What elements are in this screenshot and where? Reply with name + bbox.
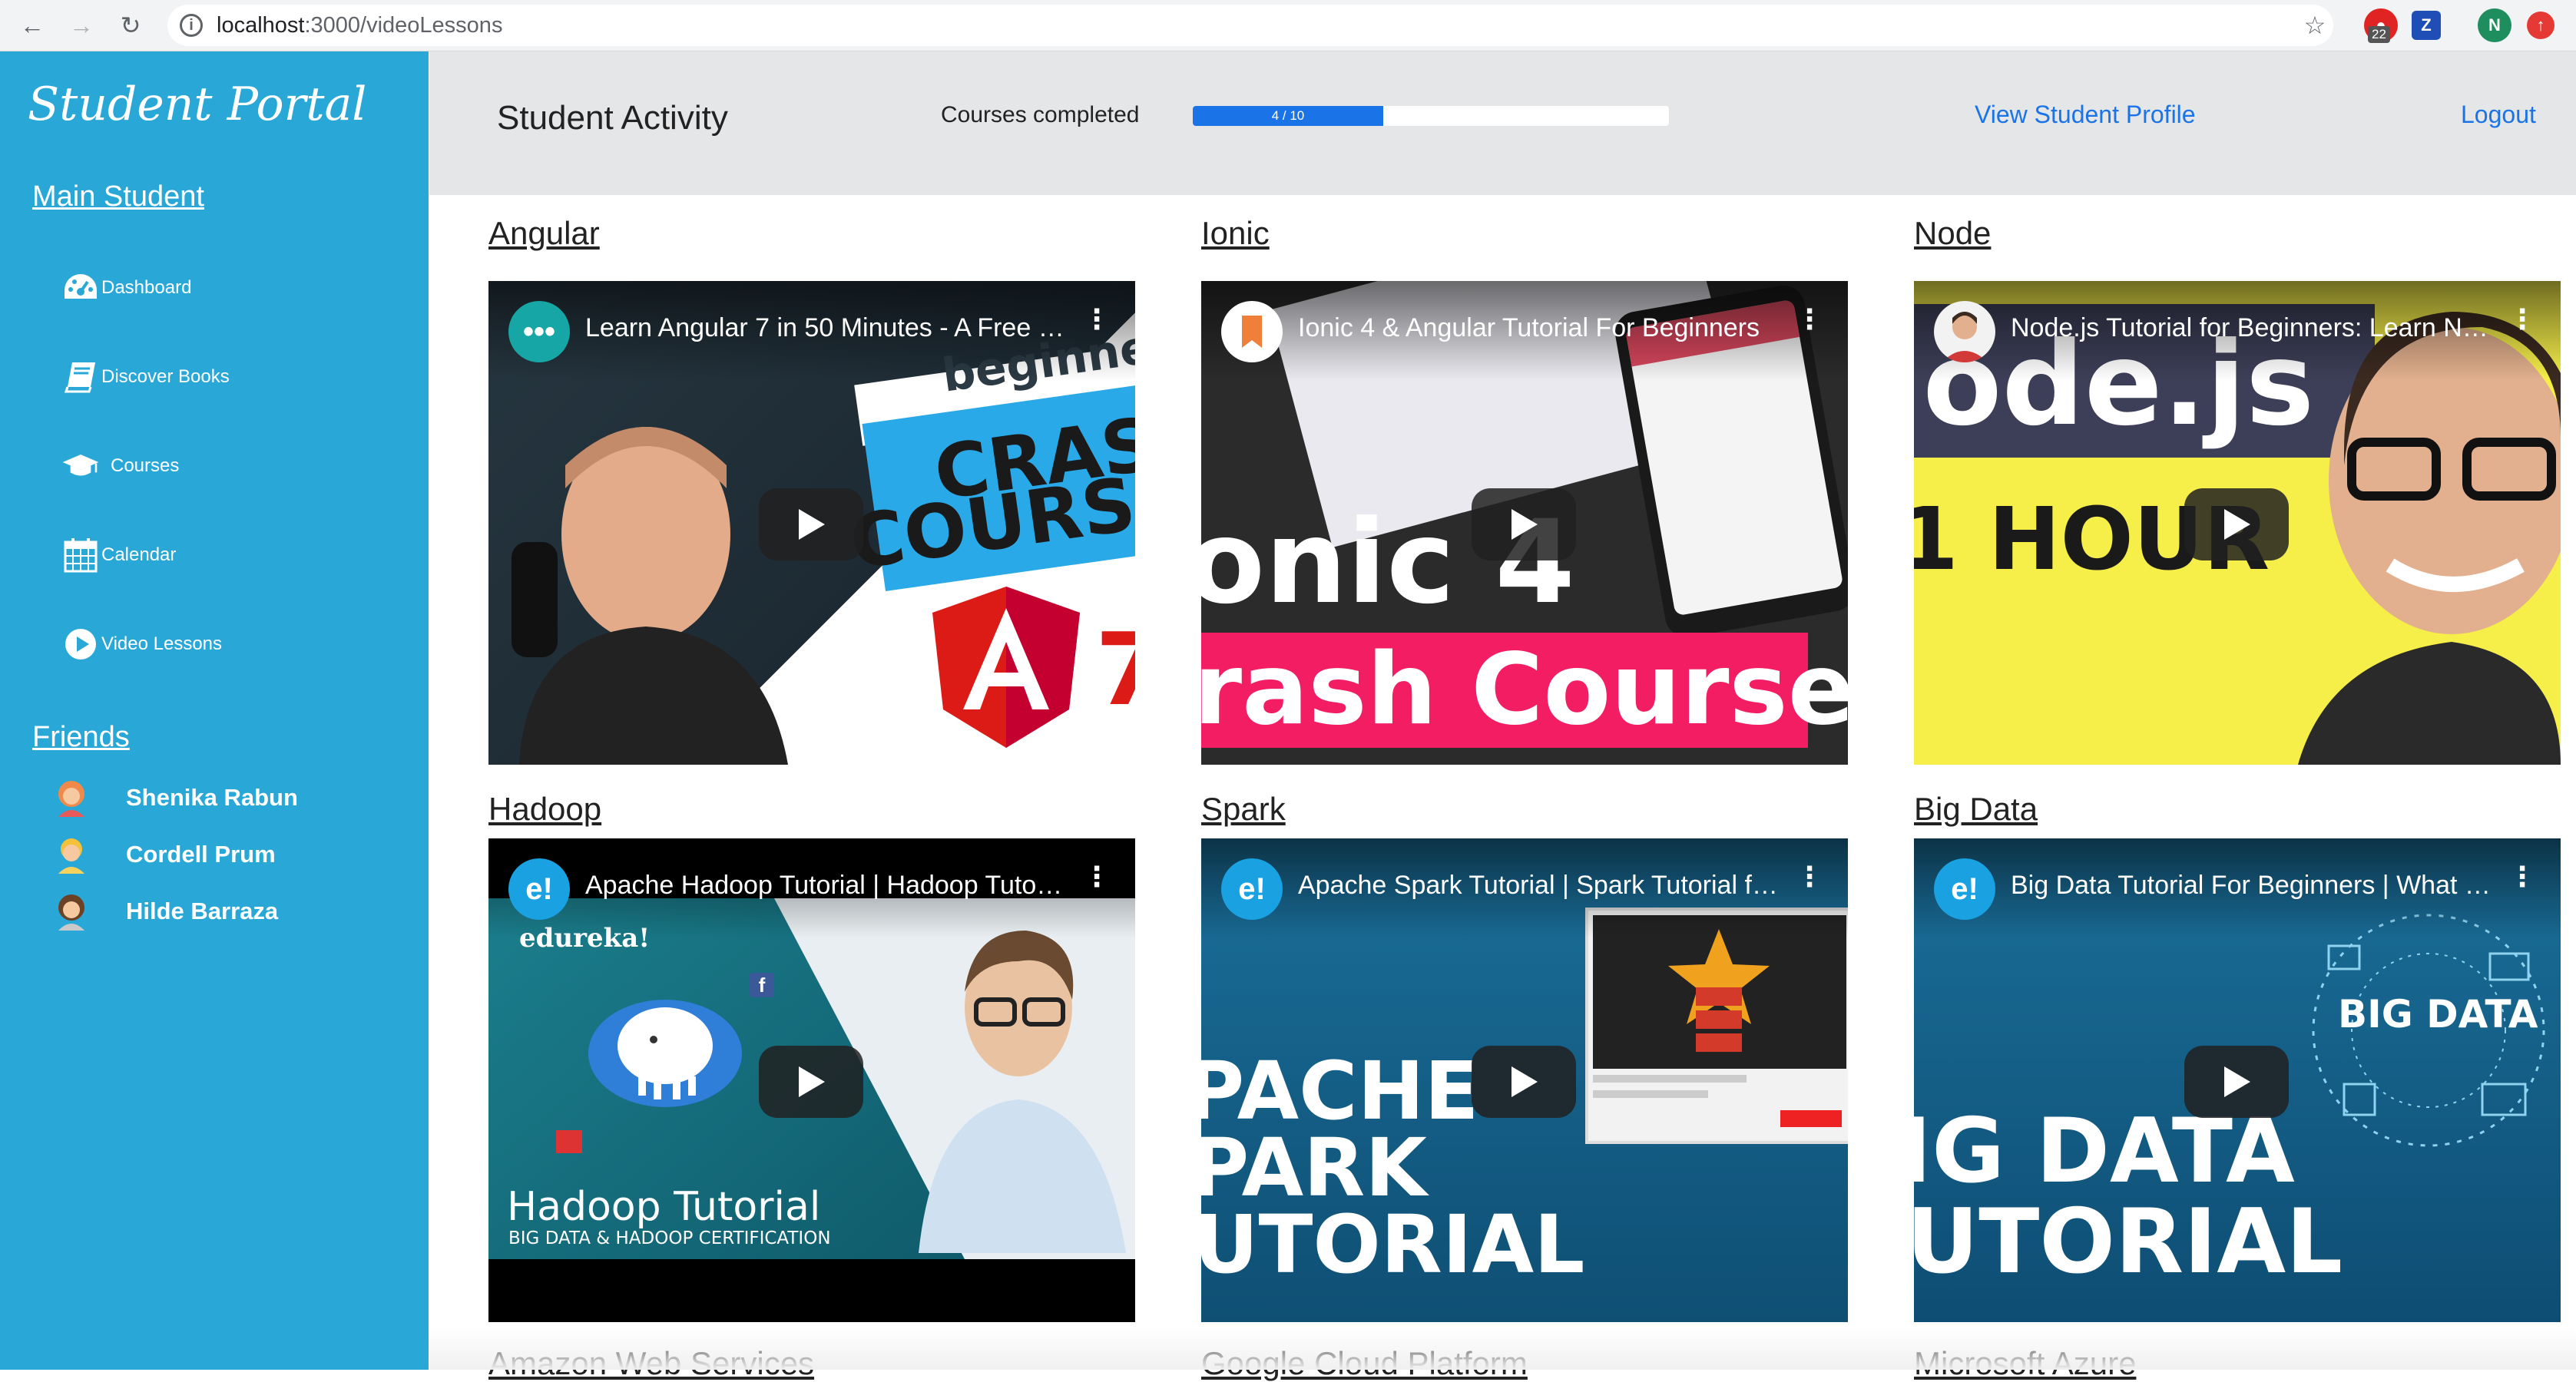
progress-label: Courses completed bbox=[941, 102, 1140, 127]
presenter-photo bbox=[512, 427, 788, 765]
video-title[interactable]: Big Data Tutorial For Beginners | What i… bbox=[2011, 871, 2495, 901]
play-button[interactable] bbox=[2184, 488, 2289, 560]
video-title[interactable]: Learn Angular 7 in 50 Minutes - A Free C… bbox=[585, 313, 1069, 343]
more-options-icon[interactable]: ⋮ bbox=[1796, 863, 1823, 891]
mail-icon bbox=[556, 1130, 582, 1153]
more-options-icon[interactable]: ⋮ bbox=[1796, 306, 1823, 333]
course-title-angular[interactable]: Angular bbox=[488, 215, 600, 252]
video-spark[interactable]: PACHE PARK UTORIAL e! Apache Spark Tutor… bbox=[1201, 838, 1848, 1322]
sidebar-item-courses[interactable]: Courses bbox=[61, 443, 179, 489]
video-title[interactable]: Apache Spark Tutorial | Spark Tutorial f… bbox=[1298, 871, 1782, 901]
progress-fill: 4 / 10 bbox=[1193, 106, 1383, 126]
dashboard-icon bbox=[61, 269, 100, 307]
page-header: Student Activity Courses completed 4 / 1… bbox=[429, 51, 2576, 195]
friend-name: Shenika Rabun bbox=[126, 784, 298, 811]
video-ionic[interactable]: onic 4 rash Course Ionic 4 & Angular Tut… bbox=[1201, 281, 1848, 765]
friend-item[interactable]: Cordell Prum bbox=[54, 833, 276, 876]
friends-heading[interactable]: Friends bbox=[32, 721, 130, 754]
more-options-icon[interactable]: ⋮ bbox=[2508, 306, 2536, 333]
reload-icon[interactable]: ↻ bbox=[112, 7, 149, 44]
avatar bbox=[58, 781, 84, 817]
channel-avatar[interactable]: e! bbox=[508, 858, 570, 920]
video-angular[interactable]: beginne CRASH COURS 7 ••• Learn Angular … bbox=[488, 281, 1135, 765]
sidebar-item-label: Courses bbox=[111, 455, 180, 476]
logout-link[interactable]: Logout bbox=[2461, 101, 2536, 129]
channel-avatar[interactable] bbox=[1934, 301, 1995, 362]
view-student-profile-link[interactable]: View Student Profile bbox=[1975, 101, 2196, 129]
friend-item[interactable]: Hilde Barraza bbox=[54, 890, 278, 933]
thumbnail-text: rash Course bbox=[1201, 633, 1848, 747]
play-button[interactable] bbox=[759, 1046, 863, 1118]
play-button[interactable] bbox=[1472, 1046, 1576, 1118]
address-bar[interactable]: i localhost:3000/videoLessons bbox=[167, 5, 2333, 46]
channel-avatar[interactable] bbox=[1221, 301, 1283, 362]
sidebar-item-label: Discover Books bbox=[101, 366, 230, 387]
site-info-icon[interactable]: i bbox=[180, 14, 203, 37]
play-button[interactable] bbox=[2184, 1046, 2289, 1118]
sidebar: Student Portal Main Student Dashboard Di… bbox=[0, 51, 429, 1370]
video-node[interactable]: lode.js 1 HOUR Node.js Tutorial for Begi… bbox=[1914, 281, 2561, 765]
friend-name: Cordell Prum bbox=[126, 841, 276, 868]
course-title-node[interactable]: Node bbox=[1914, 215, 1991, 252]
avatar bbox=[58, 838, 84, 874]
thumbnail-panel bbox=[1585, 908, 1848, 1144]
thumbnail-text: Hadoop Tutorial bbox=[507, 1184, 821, 1230]
sidebar-item-video-lessons[interactable]: Video Lessons bbox=[61, 621, 222, 667]
thumbnail-text: UTORIAL bbox=[1914, 1190, 2343, 1294]
angular-logo-icon bbox=[932, 587, 1080, 748]
browser-toolbar: ← → ↻ i localhost:3000/videoLessons ☆ ● … bbox=[0, 0, 2576, 51]
sidebar-item-label: Calendar bbox=[101, 544, 177, 565]
extension-badge: 22 bbox=[2368, 26, 2390, 43]
video-title[interactable]: Node.js Tutorial for Beginners: Learn No… bbox=[2011, 313, 2495, 343]
thumbnail-text: BIG DATA bbox=[2338, 992, 2538, 1036]
sidebar-item-label: Video Lessons bbox=[101, 633, 223, 654]
play-button[interactable] bbox=[1472, 488, 1576, 560]
video-hadoop[interactable]: edureka! f Hadoop Tutorial BIG DATA & HA… bbox=[488, 838, 1135, 1322]
sidebar-item-dashboard[interactable]: Dashboard bbox=[61, 265, 191, 311]
channel-avatar[interactable]: e! bbox=[1221, 858, 1283, 920]
sidebar-item-label: Dashboard bbox=[101, 277, 192, 298]
more-options-icon[interactable]: ⋮ bbox=[2508, 863, 2536, 891]
bookmark-star-icon[interactable]: ☆ bbox=[2296, 7, 2333, 44]
thumbnail-text: UTORIAL bbox=[1201, 1198, 1585, 1291]
course-title-spark[interactable]: Spark bbox=[1201, 791, 1286, 828]
sidebar-item-calendar[interactable]: Calendar bbox=[61, 532, 176, 578]
forward-arrow-icon[interactable]: → bbox=[63, 7, 100, 44]
extension-z-icon[interactable]: Z bbox=[2412, 11, 2441, 40]
book-icon bbox=[61, 358, 100, 396]
play-button[interactable] bbox=[759, 488, 863, 560]
facebook-icon: f bbox=[750, 973, 774, 997]
sidebar-item-discover-books[interactable]: Discover Books bbox=[61, 354, 230, 400]
graduation-cap-icon bbox=[61, 447, 100, 485]
friend-name: Hilde Barraza bbox=[126, 898, 279, 924]
play-circle-icon bbox=[61, 625, 100, 663]
avatar bbox=[58, 894, 84, 931]
calendar-icon bbox=[61, 536, 100, 574]
video-title[interactable]: Apache Hadoop Tutorial | Hadoop Tutorial… bbox=[585, 871, 1069, 901]
channel-avatar[interactable]: e! bbox=[1934, 858, 1995, 920]
video-title[interactable]: Ionic 4 & Angular Tutorial For Beginners bbox=[1298, 313, 1782, 343]
back-arrow-icon[interactable]: ← bbox=[14, 7, 51, 44]
course-title-big-data[interactable]: Big Data bbox=[1914, 791, 2038, 828]
more-options-icon[interactable]: ⋮ bbox=[1083, 306, 1111, 333]
page-title: Student Activity bbox=[497, 99, 728, 137]
more-options-icon[interactable]: ⋮ bbox=[1083, 863, 1111, 891]
hadoop-elephant-icon bbox=[588, 1000, 742, 1107]
course-title-hadoop[interactable]: Hadoop bbox=[488, 791, 601, 828]
courses-progress-bar: 4 / 10 bbox=[1193, 106, 1669, 126]
thumbnail-text: 7 bbox=[1095, 611, 1135, 728]
channel-avatar[interactable]: ••• bbox=[508, 301, 570, 362]
video-big-data[interactable]: BIG DATA IG DATA UTORIAL e! Big Data Tut… bbox=[1914, 838, 2561, 1322]
profile-avatar[interactable]: N bbox=[2478, 8, 2511, 42]
thumbnail-text: BIG DATA & HADOOP CERTIFICATION bbox=[508, 1228, 831, 1248]
presenter-photo bbox=[919, 931, 1126, 1253]
main-student-link[interactable]: Main Student bbox=[32, 180, 204, 213]
extension-upload-icon[interactable]: ↑ bbox=[2527, 12, 2554, 39]
friend-item[interactable]: Shenika Rabun bbox=[54, 776, 298, 819]
url-text[interactable]: localhost:3000/videoLessons bbox=[217, 13, 502, 38]
brand-logo[interactable]: Student Portal bbox=[28, 78, 366, 131]
course-title-ionic[interactable]: Ionic bbox=[1201, 215, 1270, 252]
